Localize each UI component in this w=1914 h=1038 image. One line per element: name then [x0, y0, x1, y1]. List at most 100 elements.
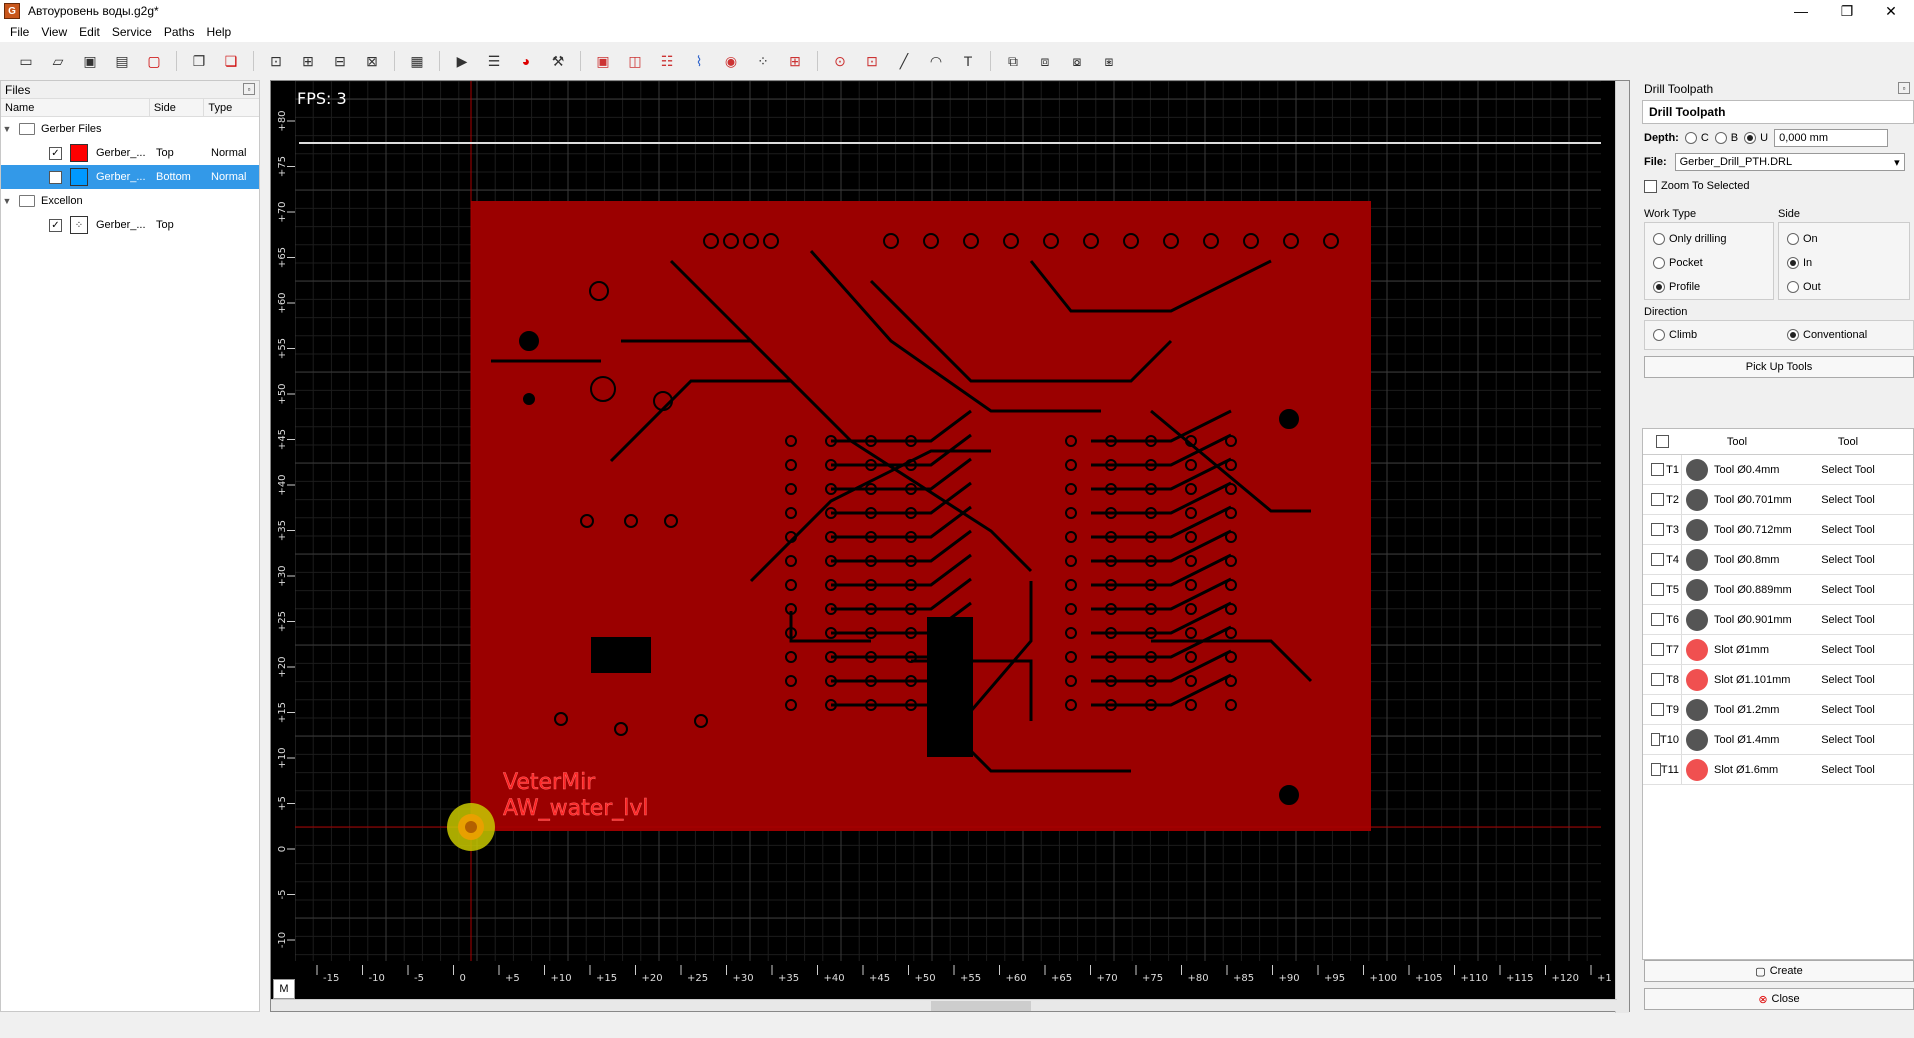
work-type-profile[interactable]: Profile [1653, 275, 1765, 299]
work-type-only-drilling[interactable]: Only drilling [1653, 227, 1765, 251]
tool-checkbox[interactable] [1651, 493, 1664, 506]
tool-checkbox[interactable] [1651, 523, 1664, 536]
direction-conventional[interactable]: Conventional [1787, 329, 1867, 341]
save-icon[interactable]: ▣ [80, 51, 100, 71]
pcb-canvas[interactable]: VeterMir AW_water_lvl +80 +75 +70 +65 +60 +55… [270, 80, 1630, 1013]
save-as-icon[interactable]: ▤ [112, 51, 132, 71]
file-row-top[interactable]: ✓ Gerber_... Top Normal [1, 141, 259, 165]
select-tool-button[interactable]: Select Tool [1793, 644, 1903, 656]
drill-path-icon[interactable]: ⁘ [753, 51, 773, 71]
tool-row[interactable]: T10 Tool Ø1.4mm Select Tool [1643, 725, 1913, 755]
file-select[interactable]: Gerber_Drill_PTH.DRL ▾ [1674, 153, 1905, 171]
panel-float-icon[interactable]: ▫ [243, 83, 255, 95]
close-window-button[interactable]: ✕ [1868, 0, 1914, 22]
pcb-view[interactable]: VeterMir AW_water_lvl +80 +75 +70 +65 +60 +55… [271, 80, 1615, 999]
voronoi-icon[interactable]: ⌇ [689, 51, 709, 71]
profile-icon[interactable]: ▣ [593, 51, 613, 71]
intersect-icon[interactable]: ⧇ [1067, 51, 1087, 71]
measure-button[interactable]: M [273, 979, 295, 999]
work-type-pocket[interactable]: Pocket [1653, 251, 1765, 275]
horizontal-scrollbar[interactable] [271, 999, 1617, 1011]
minimize-button[interactable]: — [1778, 0, 1824, 22]
tool-row[interactable]: T11 Slot Ø1.6mm Select Tool [1643, 755, 1913, 785]
drill-icon[interactable]: ⚒ [548, 51, 568, 71]
group-gerber-files[interactable]: ▼ Gerber Files [1, 117, 259, 141]
column-type[interactable]: Type [204, 99, 259, 116]
tool-row[interactable]: T9 Tool Ø1.2mm Select Tool [1643, 695, 1913, 725]
xor-icon[interactable]: ⧆ [1099, 51, 1119, 71]
subtract-icon[interactable]: ⧈ [1035, 51, 1055, 71]
select-tool-button[interactable]: Select Tool [1793, 524, 1903, 536]
close-button[interactable]: ⊗ Close [1644, 988, 1914, 1010]
bridges-icon[interactable]: ⊞ [785, 51, 805, 71]
depth-b-radio[interactable] [1714, 132, 1727, 144]
settings-list-icon[interactable]: ☰ [484, 51, 504, 71]
select-tool-button[interactable]: Select Tool [1793, 734, 1903, 746]
vertical-scrollbar[interactable] [1615, 81, 1629, 1013]
tool-row[interactable]: T1 Tool Ø0.4mm Select Tool [1643, 455, 1913, 485]
menu-edit[interactable]: Edit [73, 25, 106, 39]
arc-icon[interactable]: ◠ [926, 51, 946, 71]
create-button[interactable]: ▢ Create [1644, 960, 1914, 982]
depth-c-radio[interactable] [1684, 132, 1697, 144]
tool-checkbox[interactable] [1651, 583, 1664, 596]
tool-checkbox[interactable] [1651, 613, 1664, 626]
thermal-icon[interactable]: ◉ [721, 51, 741, 71]
file-row-drill[interactable]: ✓ ⁘ Gerber_... Top [1, 213, 259, 237]
select-tool-button[interactable]: Select Tool [1793, 674, 1903, 686]
side-in[interactable]: In [1787, 251, 1901, 275]
open-file-icon[interactable]: ▱ [48, 51, 68, 71]
zoom-out-icon[interactable]: ⊟ [330, 51, 350, 71]
select-tool-button[interactable]: Select Tool [1793, 704, 1903, 716]
tool-row[interactable]: T3 Tool Ø0.712mm Select Tool [1643, 515, 1913, 545]
select-tool-button[interactable]: Select Tool [1793, 554, 1903, 566]
point-icon[interactable]: ⊙ [830, 51, 850, 71]
select-all-checkbox[interactable] [1655, 435, 1669, 448]
zoom-selected-checkbox[interactable] [1644, 179, 1657, 193]
tool-row[interactable]: T6 Tool Ø0.901mm Select Tool [1643, 605, 1913, 635]
union-icon[interactable]: ⧉ [1003, 51, 1023, 71]
copy-icon[interactable]: ❐ [189, 51, 209, 71]
tool-checkbox[interactable] [1651, 673, 1664, 686]
group-excellon[interactable]: ▼ Excellon [1, 189, 259, 213]
select-tool-button[interactable]: Select Tool [1793, 764, 1903, 776]
depth-u-radio[interactable] [1744, 132, 1757, 144]
file-visible-checkbox[interactable]: ✓ [49, 146, 62, 160]
tool-checkbox[interactable] [1651, 643, 1664, 656]
text-icon[interactable]: T [958, 51, 978, 71]
tool-checkbox[interactable] [1651, 733, 1661, 746]
panel-float-icon[interactable]: ▫ [1898, 82, 1910, 94]
select-tool-button[interactable]: Select Tool [1793, 494, 1903, 506]
file-row-bottom[interactable]: Gerber_... Bottom Normal [1, 165, 259, 189]
menu-paths[interactable]: Paths [158, 25, 201, 39]
pick-up-tools-button[interactable]: Pick Up Tools [1644, 356, 1914, 378]
menu-view[interactable]: View [35, 25, 73, 39]
tool-checkbox[interactable] [1651, 463, 1664, 476]
scroll-thumb[interactable] [931, 1001, 1031, 1011]
restore-button[interactable]: ❐ [1824, 0, 1870, 22]
select-tool-button[interactable]: Select Tool [1793, 614, 1903, 626]
tool-checkbox[interactable] [1651, 553, 1664, 566]
depth-input[interactable]: 0,000 mm [1774, 129, 1889, 147]
origin-icon[interactable]: ◕ [516, 51, 536, 71]
pocket-icon[interactable]: ◫ [625, 51, 645, 71]
line-icon[interactable]: ╱ [894, 51, 914, 71]
column-name[interactable]: Name [1, 99, 150, 116]
new-file-icon[interactable]: ▭ [16, 51, 36, 71]
file-color-swatch[interactable] [70, 168, 88, 186]
menu-service[interactable]: Service [106, 25, 158, 39]
side-on[interactable]: On [1787, 227, 1901, 251]
rectangle-icon[interactable]: ⊡ [862, 51, 882, 71]
menu-file[interactable]: File [4, 25, 35, 39]
play-icon[interactable]: ▶ [452, 51, 472, 71]
grid-icon[interactable]: ▦ [407, 51, 427, 71]
tool-row[interactable]: T5 Tool Ø0.889mm Select Tool [1643, 575, 1913, 605]
tool-row[interactable]: T8 Slot Ø1.101mm Select Tool [1643, 665, 1913, 695]
select-tool-button[interactable]: Select Tool [1793, 464, 1903, 476]
expand-arrow-icon[interactable]: ▼ [1, 196, 13, 206]
menu-help[interactable]: Help [201, 25, 238, 39]
file-visible-checkbox[interactable] [49, 170, 62, 184]
delete-icon[interactable]: ❏ [221, 51, 241, 71]
tool-checkbox[interactable] [1651, 763, 1661, 776]
side-out[interactable]: Out [1787, 275, 1901, 299]
